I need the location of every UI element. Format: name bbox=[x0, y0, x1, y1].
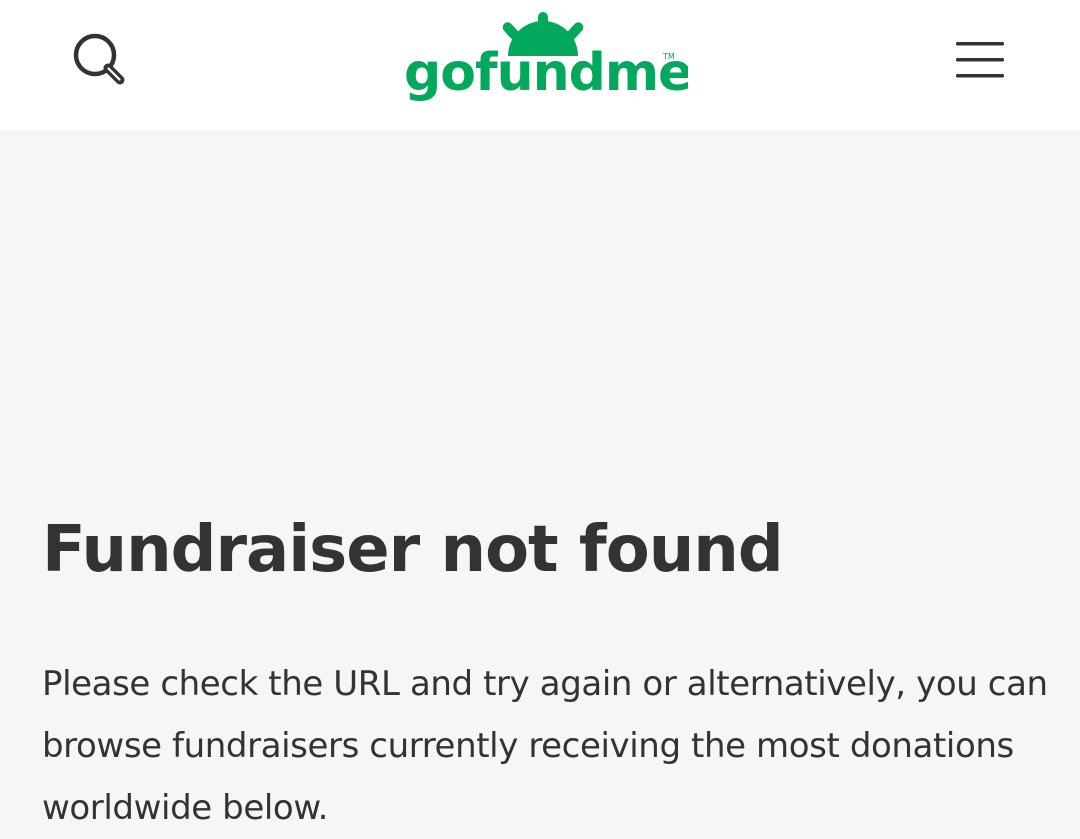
logo-wordmark: gofundme bbox=[404, 43, 688, 103]
top-navigation-bar: gofundme TM bbox=[0, 0, 1080, 130]
main-content: Fundraiser not found Please check the UR… bbox=[0, 130, 1080, 828]
hamburger-menu-icon bbox=[956, 42, 1004, 78]
search-button[interactable] bbox=[66, 26, 134, 94]
gofundme-logo[interactable]: gofundme TM bbox=[398, 8, 688, 112]
not-found-message: Please check the URL and try again or al… bbox=[42, 664, 1048, 828]
logo-trademark: TM bbox=[662, 52, 675, 61]
page-title: Fundraiser not found bbox=[42, 513, 784, 587]
search-icon bbox=[73, 33, 125, 85]
menu-button[interactable] bbox=[944, 26, 1016, 94]
